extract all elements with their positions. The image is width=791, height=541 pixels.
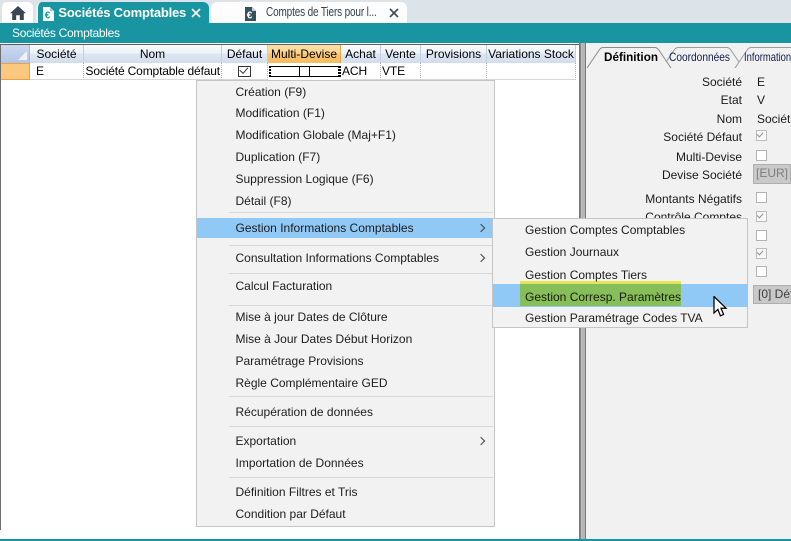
svg-text:Définition: Définition — [604, 50, 658, 64]
svg-text:Information...: Information... — [744, 50, 791, 64]
svg-text:€: € — [247, 10, 253, 21]
svg-text:Coordonnées: Coordonnées — [669, 50, 730, 64]
svg-text:€: € — [45, 10, 51, 21]
